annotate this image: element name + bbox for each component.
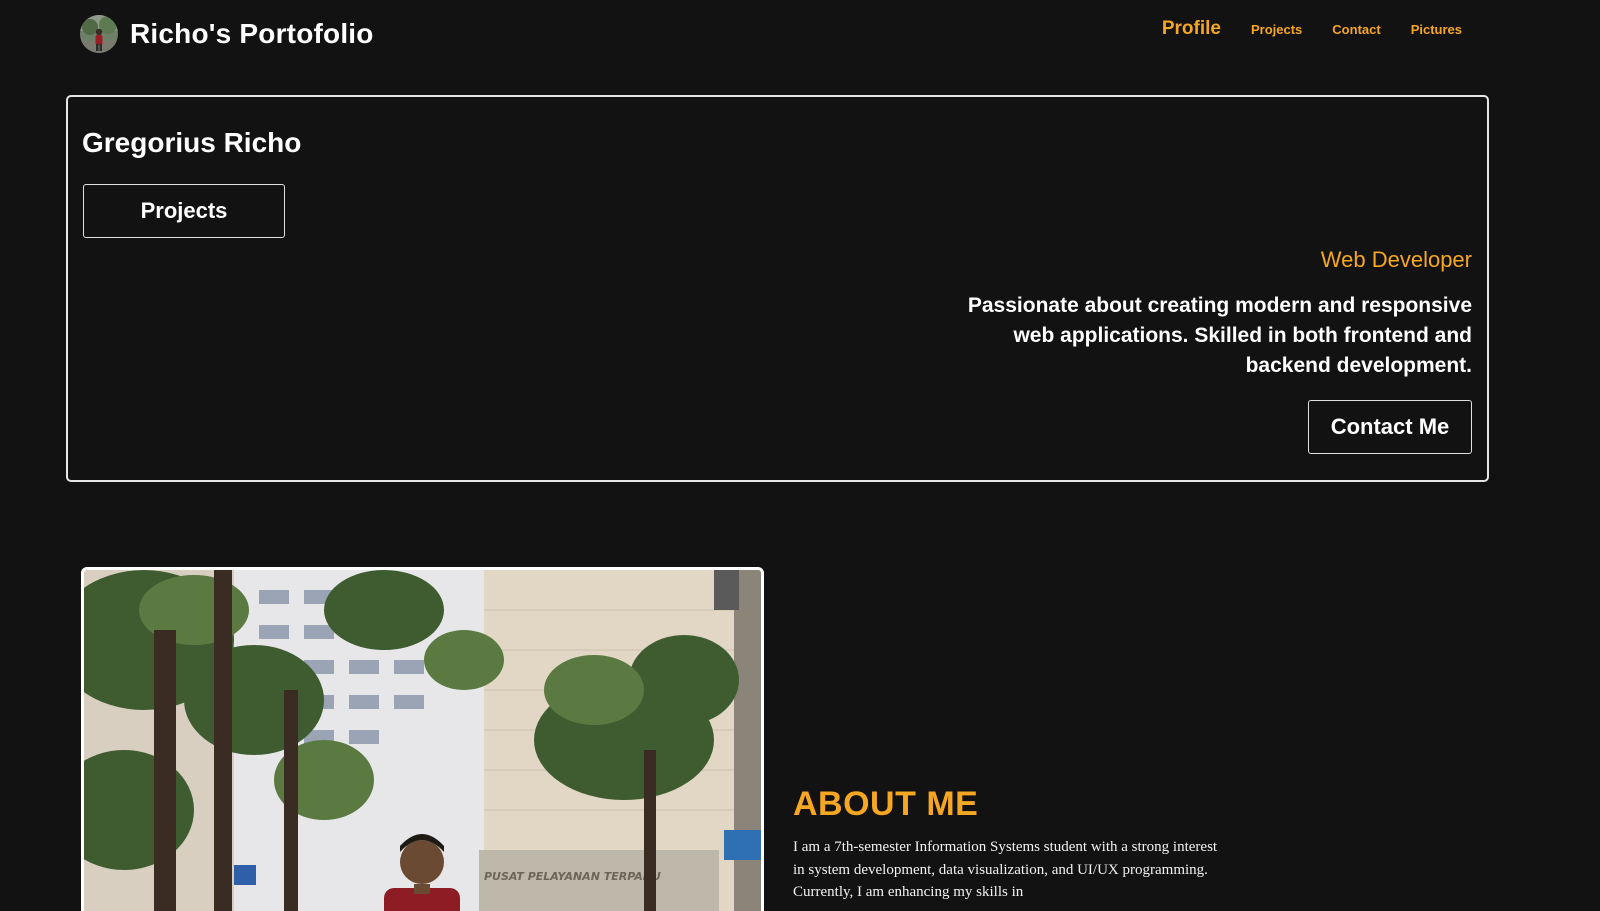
brand-title: Richo's Portofolio — [130, 18, 374, 49]
about-photo: PUSAT PELAYANAN TERPADU — [81, 567, 764, 911]
about-title: ABOUT ME — [793, 785, 979, 823]
portfolio-page: Richo's Portofolio Profile Projects Cont… — [0, 0, 1600, 911]
about-photo-image: PUSAT PELAYANAN TERPADU — [84, 570, 761, 911]
navbar: Richo's Portofolio Profile Projects Cont… — [0, 0, 1600, 70]
hero-name: Gregorius Richo — [82, 127, 302, 158]
nav-links: Profile Projects Contact Pictures — [1162, 18, 1462, 40]
nav-link-profile[interactable]: Profile — [1162, 18, 1221, 40]
projects-button[interactable]: Projects — [83, 184, 285, 238]
contact-me-button[interactable]: Contact Me — [1308, 400, 1472, 454]
hero-description: Passionate about creating modern and res… — [967, 294, 1472, 377]
nav-link-projects[interactable]: Projects — [1251, 22, 1302, 37]
brand[interactable]: Richo's Portofolio — [80, 14, 374, 54]
nav-link-pictures[interactable]: Pictures — [1411, 22, 1462, 37]
hero-role: Web Developer — [1320, 247, 1472, 272]
hero-card: Gregorius Richo Projects Web Developer P… — [66, 95, 1489, 482]
about-text: I am a 7th-semester Information Systems … — [793, 839, 1218, 900]
building-sign-text: PUSAT PELAYANAN TERPADU — [484, 870, 661, 883]
profile-avatar-icon — [80, 15, 118, 53]
nav-link-contact[interactable]: Contact — [1332, 22, 1380, 37]
